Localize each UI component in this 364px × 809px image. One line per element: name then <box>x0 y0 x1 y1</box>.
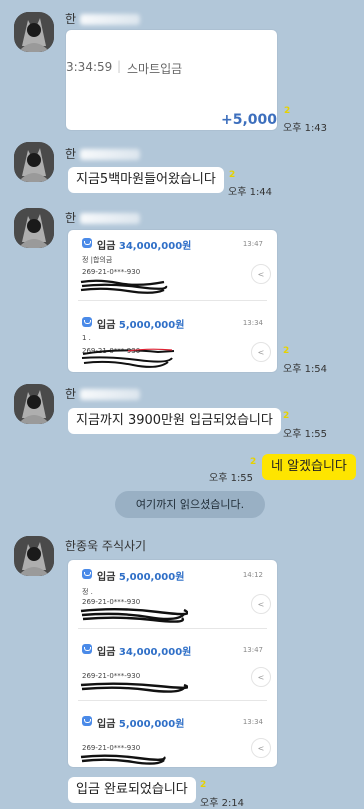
share-icon[interactable]: < <box>251 594 271 614</box>
bank-icon <box>82 716 92 726</box>
transaction-time: 13:47 <box>242 240 263 248</box>
bank-icon <box>82 569 92 579</box>
card-time: 3:34:59 <box>66 60 113 74</box>
avatar[interactable] <box>14 12 54 52</box>
unread-count: 2 <box>250 457 257 467</box>
transaction-title: 입금 34,000,000원 <box>97 643 191 658</box>
redacted-name <box>80 14 141 25</box>
transaction-memo: 정 |합의금 <box>82 256 113 264</box>
sender-name: 한 <box>65 10 141 27</box>
transaction-label: 입금 <box>97 572 116 583</box>
sender-name: 한종욱 주식사기 <box>65 539 147 553</box>
avatar[interactable] <box>14 208 54 248</box>
card-amount: +5,000 <box>220 112 277 128</box>
message-bubble[interactable]: 입금 완료되었습니다 <box>68 777 196 803</box>
read-notice: 여기까지 읽으셨습니다. <box>115 491 265 518</box>
transaction-title: 입금 34,000,000원 <box>97 237 191 252</box>
message-time: 오후 1:43 <box>283 123 328 134</box>
transaction-card[interactable]: 입금 5,000,000원 14:12 정 . 269-21-0***-930 … <box>68 560 277 767</box>
divider <box>78 300 267 301</box>
bank-icon <box>82 644 92 654</box>
message-time: 오후 1:55 <box>209 473 254 484</box>
redaction-scribble <box>80 279 168 294</box>
transaction-label: 입금 <box>97 719 116 730</box>
message-time: 오후 1:54 <box>283 364 328 375</box>
unread-count: 2 <box>284 106 291 116</box>
sender-name: 한 <box>65 145 141 162</box>
redaction-scribble <box>81 348 175 368</box>
transaction-amount: 34,000,000원 <box>118 241 192 252</box>
transaction-amount: 34,000,000원 <box>118 647 192 658</box>
transaction-card[interactable]: 입금 34,000,000원 13:47 정 |합의금 269-21-0***-… <box>68 230 277 372</box>
share-icon[interactable]: < <box>251 667 271 687</box>
redacted-name <box>80 389 141 400</box>
my-message-bubble[interactable]: 네 알겠습니다 <box>262 454 356 480</box>
redaction-scribble <box>80 608 188 623</box>
redaction-scribble <box>80 754 166 765</box>
sender-name-text: 한 <box>65 211 77 225</box>
transaction-memo: 1 . <box>82 334 91 342</box>
share-icon[interactable]: < <box>251 342 271 362</box>
share-icon[interactable]: < <box>251 264 271 284</box>
sender-name-text: 한 <box>65 12 77 26</box>
message-bubble[interactable]: 지금까지 3900만원 입금되었습니다 <box>68 408 281 434</box>
sender-name: 한 <box>65 209 141 226</box>
transaction-amount: 5,000,000원 <box>118 719 185 730</box>
transaction-title: 입금 5,000,000원 <box>97 316 184 331</box>
unread-count: 2 <box>283 411 290 421</box>
card-label: 스마트입금 <box>127 62 183 76</box>
card-divider: | <box>117 59 122 73</box>
message-bubble[interactable]: 지금5백마원들어왔습니다 <box>68 167 224 193</box>
unread-count: 2 <box>229 170 236 180</box>
unread-count: 2 <box>200 780 207 790</box>
transaction-title: 입금 5,000,000원 <box>97 568 184 583</box>
avatar[interactable] <box>14 142 54 182</box>
transaction-time: 13:34 <box>242 718 263 726</box>
divider <box>78 628 267 629</box>
transaction-title: 입금 5,000,000원 <box>97 715 184 730</box>
sender-name: 한 <box>65 385 141 402</box>
transaction-memo: 정 . <box>82 588 93 596</box>
transaction-account: 269-21-0***-930 <box>82 744 141 752</box>
transaction-time: 13:47 <box>242 646 263 654</box>
bank-notification-card[interactable]: 3:34:59 | 스마트입금 +5,000 <box>66 30 277 130</box>
redaction-scribble <box>80 682 188 693</box>
divider <box>78 700 267 701</box>
transaction-time: 13:34 <box>242 319 263 327</box>
sender-name-text: 한 <box>65 387 77 401</box>
bank-icon <box>82 238 92 248</box>
transaction-amount: 5,000,000원 <box>118 572 185 583</box>
share-icon[interactable]: < <box>251 738 271 758</box>
sender-name-text: 한 <box>65 147 77 161</box>
transaction-amount: 5,000,000원 <box>118 320 185 331</box>
avatar[interactable] <box>14 536 54 576</box>
avatar[interactable] <box>14 384 54 424</box>
message-time: 오후 1:44 <box>228 187 273 198</box>
transaction-label: 입금 <box>97 320 116 331</box>
redacted-name <box>80 213 141 224</box>
message-time: 오후 1:55 <box>283 429 328 440</box>
transaction-account: 269-21-0***-930 <box>82 268 141 276</box>
transaction-time: 14:12 <box>242 571 263 579</box>
message-time: 오후 2:14 <box>200 798 245 809</box>
transaction-label: 입금 <box>97 241 116 252</box>
transaction-account: 269-21-0***-930 <box>82 672 141 680</box>
redacted-name <box>80 149 141 160</box>
transaction-label: 입금 <box>97 647 116 658</box>
unread-count: 2 <box>283 346 290 356</box>
bank-icon <box>82 317 92 327</box>
